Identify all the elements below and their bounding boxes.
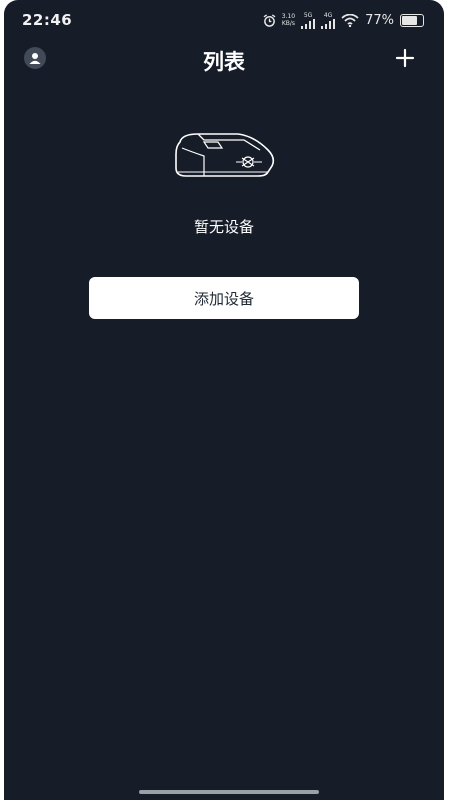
device-icon bbox=[175, 133, 275, 177]
wifi-icon bbox=[341, 13, 359, 27]
sim1-signal: 5G bbox=[301, 11, 316, 29]
header: 列表 bbox=[4, 40, 444, 80]
net-speed-unit: KB/s bbox=[281, 20, 296, 27]
sim2-label: 4G bbox=[323, 11, 333, 19]
page-title: 列表 bbox=[203, 50, 245, 74]
net-speed: 3.10 KB/s bbox=[282, 13, 295, 27]
status-icons: 3.10 KB/s 5G 4G 77% bbox=[263, 10, 424, 30]
signal-icon bbox=[301, 18, 316, 29]
home-indicator[interactable] bbox=[139, 790, 319, 794]
status-time: 22:46 bbox=[22, 11, 73, 29]
sim1-label: 5G bbox=[303, 11, 313, 19]
battery-percent: 77% bbox=[365, 12, 394, 28]
battery-icon bbox=[400, 13, 424, 27]
app-screen: 22:46 3.10 KB/s 5G 4G 77% 列表 暂无设备 添加设备 bbox=[4, 0, 444, 800]
add-device-button[interactable]: 添加设备 bbox=[89, 277, 359, 319]
sim2-signal: 4G bbox=[321, 11, 336, 29]
plus-icon[interactable] bbox=[394, 47, 416, 69]
signal-icon bbox=[321, 18, 336, 29]
status-bar: 22:46 3.10 KB/s 5G 4G 77% bbox=[4, 0, 444, 40]
net-speed-value: 3.10 bbox=[281, 13, 296, 20]
empty-state-message: 暂无设备 bbox=[193, 218, 254, 236]
alarm-icon bbox=[263, 13, 276, 27]
battery-level bbox=[402, 15, 417, 25]
